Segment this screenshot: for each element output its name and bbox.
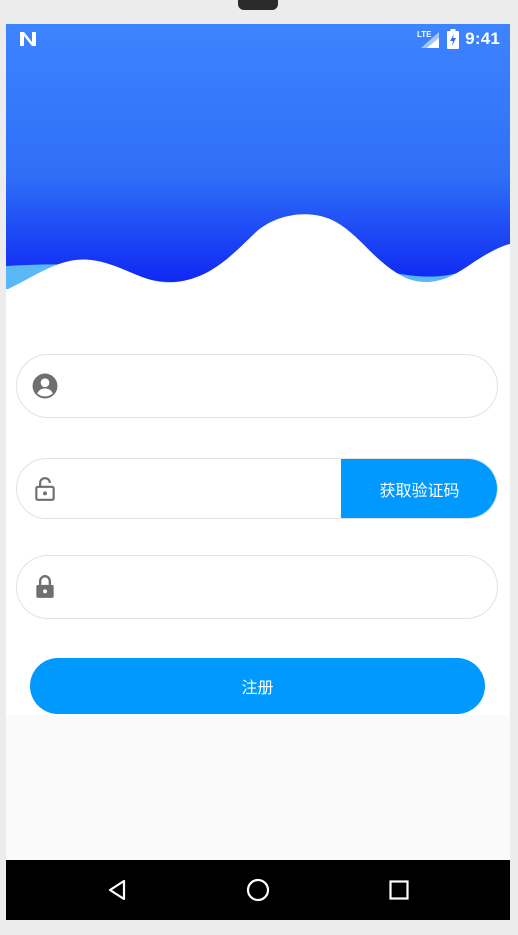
status-bar: LTE 9:41	[6, 24, 510, 54]
network-label: LTE	[417, 30, 432, 39]
signal-icon: LTE	[417, 30, 440, 48]
back-triangle-icon	[108, 879, 126, 901]
header-wave-banner	[6, 24, 510, 299]
home-circle-icon	[246, 878, 270, 902]
wave-background	[6, 24, 510, 299]
recent-square-icon	[389, 880, 409, 900]
verification-code-field[interactable]: 获取验证码	[16, 458, 498, 519]
username-input[interactable]	[73, 355, 457, 419]
user-circle-icon	[32, 373, 58, 399]
register-button[interactable]: 注册	[30, 658, 485, 714]
status-indicators: LTE 9:41	[417, 28, 500, 50]
camera-notch	[238, 0, 278, 10]
device-frame: LTE 9:41 获取验证码 注册	[0, 0, 518, 935]
phone-screen: LTE 9:41 获取验证码 注册	[6, 24, 510, 920]
status-time: 9:41	[465, 29, 500, 48]
password-field[interactable]	[16, 555, 498, 620]
get-code-button[interactable]: 获取验证码	[341, 459, 497, 518]
n-notification-icon	[20, 32, 36, 46]
lock-icon	[36, 574, 54, 598]
recent-apps-button[interactable]	[383, 874, 415, 906]
battery-charging-icon	[447, 29, 460, 49]
lock-open-icon	[35, 476, 55, 501]
password-input[interactable]	[73, 556, 457, 620]
home-button[interactable]	[242, 874, 274, 906]
navigation-bar	[6, 860, 510, 920]
verification-code-input[interactable]	[73, 459, 337, 518]
username-field[interactable]	[16, 354, 498, 419]
back-button[interactable]	[101, 874, 133, 906]
